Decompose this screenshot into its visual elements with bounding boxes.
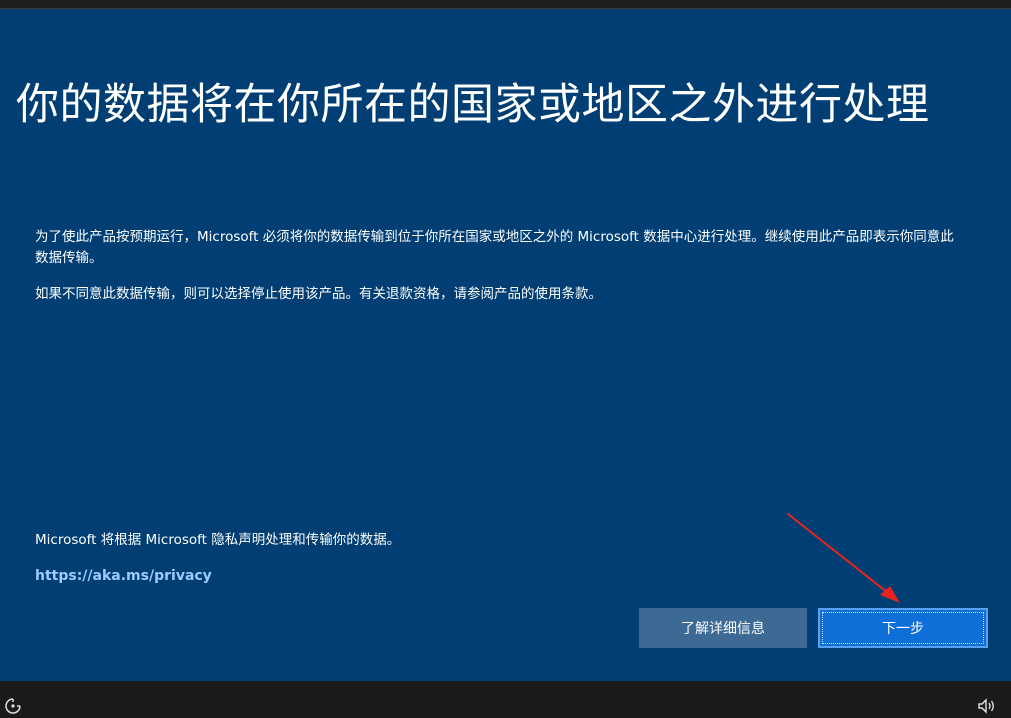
learn-more-button[interactable]: 了解详细信息 — [639, 608, 807, 648]
bottom-taskbar — [0, 681, 1011, 718]
accessibility-icon[interactable] — [4, 697, 22, 715]
privacy-note: Microsoft 将根据 Microsoft 隐私声明处理和传输你的数据。 — [35, 532, 401, 548]
next-button[interactable]: 下一步 — [818, 608, 988, 648]
volume-icon[interactable] — [976, 697, 996, 715]
opt-out-paragraph: 如果不同意此数据传输，则可以选择停止使用该产品。有关退款资格，请参阅产品的使用条… — [35, 286, 602, 302]
privacy-link[interactable]: https://aka.ms/privacy — [35, 566, 212, 586]
annotation-arrow — [787, 513, 900, 603]
data-transfer-paragraph: 为了使此产品按预期运行，Microsoft 必须将你的数据传输到位于你所在国家或… — [35, 229, 954, 266]
page-title: 你的数据将在你所在的国家或地区之外进行处理 — [16, 80, 930, 130]
